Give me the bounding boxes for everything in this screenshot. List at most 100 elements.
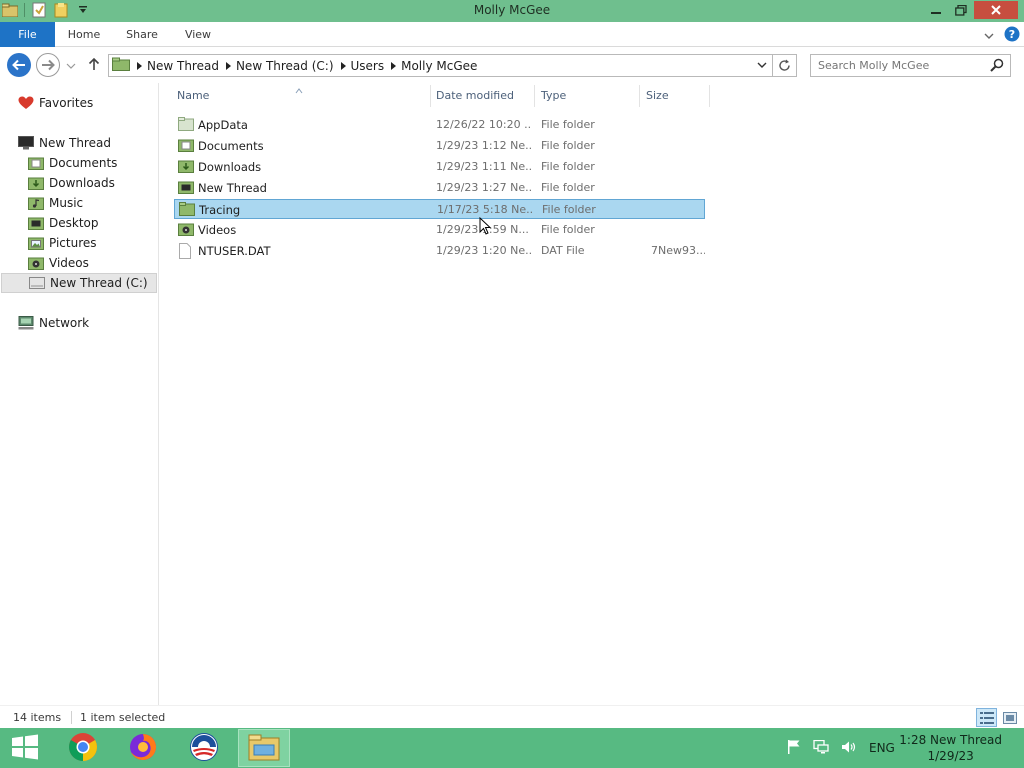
volume-icon[interactable] [841, 740, 857, 757]
item-count: 14 items [13, 711, 62, 724]
minimize-button[interactable] [924, 1, 948, 19]
file-name: Downloads [198, 160, 262, 174]
breadcrumb-label: New Thread (C:) [235, 58, 334, 73]
drive-icon [29, 275, 45, 291]
close-button[interactable] [974, 1, 1018, 19]
recent-locations-icon[interactable] [66, 59, 76, 73]
start-button[interactable] [0, 729, 50, 767]
window-controls [924, 1, 1018, 19]
chevron-right-icon [340, 59, 346, 73]
back-button[interactable] [7, 53, 31, 77]
column-divider[interactable] [534, 85, 535, 107]
column-divider[interactable] [709, 85, 710, 107]
forward-button[interactable] [36, 53, 60, 77]
breadcrumb-drive[interactable]: New Thread (C:) [219, 59, 334, 73]
obama-logo-icon [189, 732, 219, 765]
file-name: New Thread [198, 181, 267, 195]
sidebar-label: Network [39, 316, 90, 330]
file-name: Videos [198, 223, 237, 237]
table-row[interactable]: Downloads 1/29/23 1:11 Ne... File folder [174, 157, 705, 177]
sidebar-item-new-thread[interactable]: New Thread [18, 133, 111, 153]
language-indicator[interactable]: ENG [869, 741, 895, 755]
address-bar[interactable]: New Thread New Thread (C:) Users Molly M… [108, 54, 773, 77]
folder-icon [178, 117, 194, 133]
address-dropdown-icon[interactable] [757, 59, 767, 74]
chevron-right-icon [391, 59, 397, 73]
network-icon[interactable] [813, 739, 829, 757]
music-folder-icon [28, 195, 44, 211]
help-icon[interactable]: ? [1004, 26, 1020, 45]
sidebar-label: Documents [49, 156, 118, 170]
large-icons-view-icon[interactable] [999, 708, 1020, 727]
table-row[interactable]: Documents 1/29/23 1:12 Ne... File folder [174, 136, 705, 156]
file-name: Tracing [199, 203, 241, 217]
search-box[interactable] [810, 54, 1011, 77]
column-header-name[interactable]: Name [177, 89, 209, 109]
taskbar-chrome[interactable] [57, 729, 109, 767]
ribbon: File Home Share View ? [0, 22, 1024, 47]
system-tray: ENG [787, 728, 895, 768]
sidebar-item-music[interactable]: Music [28, 193, 83, 213]
search-icon[interactable] [990, 58, 1004, 75]
restore-button[interactable] [949, 1, 973, 19]
sidebar-item-videos[interactable]: Videos [28, 253, 89, 273]
sidebar-item-pictures[interactable]: Pictures [28, 233, 97, 253]
chevron-right-icon [225, 59, 231, 73]
taskbar-obama-app[interactable] [178, 729, 230, 767]
sidebar-item-drive-c[interactable]: New Thread (C:) [1, 273, 157, 293]
status-bar: 14 items 1 item selected [0, 705, 1024, 728]
table-row-selected[interactable]: Tracing 1/17/23 5:18 Ne... File folder [174, 199, 705, 219]
action-center-flag-icon[interactable] [787, 739, 801, 758]
sidebar-label: Music [49, 196, 84, 210]
taskbar: ENG 1:28 New Thread 1/29/23 [0, 728, 1024, 768]
desktop-folder-icon [28, 215, 44, 231]
details-view-icon[interactable] [976, 708, 997, 727]
selection-count: 1 item selected [80, 711, 166, 724]
file-type: File folder [541, 223, 595, 236]
table-row[interactable]: Videos 1/29/23 1:59 N... File folder [174, 220, 705, 240]
sidebar-item-network[interactable]: Network [18, 313, 89, 333]
clock-time: 1:28 New Thread [899, 733, 1002, 747]
pictures-folder-icon [28, 235, 44, 251]
breadcrumb-label: Users [350, 58, 385, 73]
sidebar-item-downloads[interactable]: Downloads [28, 173, 115, 193]
column-divider[interactable] [639, 85, 640, 107]
breadcrumb-molly-mcgee[interactable]: Molly McGee [384, 59, 477, 73]
sidebar-label: Pictures [49, 236, 97, 250]
up-arrow-icon[interactable] [88, 57, 100, 74]
sidebar-label: Downloads [49, 176, 115, 190]
status-divider [71, 711, 72, 724]
table-row[interactable]: NTUSER.DAT 1/29/23 1:20 Ne... DAT File 7… [174, 241, 705, 261]
tab-view[interactable]: View [178, 22, 218, 47]
search-input[interactable] [811, 55, 981, 76]
sidebar-item-documents[interactable]: Documents [28, 153, 117, 173]
folder-icon [112, 57, 130, 74]
file-type: DAT File [541, 244, 585, 257]
pc-icon [18, 135, 34, 151]
taskbar-file-explorer[interactable] [238, 729, 290, 767]
table-row[interactable]: AppData 12/26/22 10:20 ... File folder [174, 115, 705, 135]
file-name: Documents [198, 139, 264, 153]
column-header-type[interactable]: Type [541, 89, 566, 109]
sidebar-label: New Thread [39, 136, 111, 150]
tab-home[interactable]: Home [62, 22, 106, 47]
title-bar: Molly McGee [0, 0, 1024, 22]
file-type: File folder [541, 139, 595, 152]
documents-folder-icon [28, 155, 44, 171]
tab-share[interactable]: Share [119, 22, 165, 47]
file-type: File folder [541, 118, 595, 131]
sidebar-item-favorites[interactable]: Favorites [18, 93, 93, 113]
tab-file[interactable]: File [0, 22, 55, 47]
refresh-button[interactable] [773, 54, 797, 77]
clock[interactable]: 1:28 New Thread 1/29/23 [899, 732, 1002, 764]
table-row[interactable]: New Thread 1/29/23 1:27 Ne... File folde… [174, 178, 705, 198]
sidebar-item-desktop[interactable]: Desktop [28, 213, 99, 233]
column-header-date[interactable]: Date modified [436, 89, 514, 109]
breadcrumb-users[interactable]: Users [334, 58, 385, 73]
expand-ribbon-icon[interactable] [984, 29, 994, 43]
column-divider[interactable] [430, 85, 431, 107]
taskbar-firefox[interactable] [117, 729, 169, 767]
breadcrumb-new-thread[interactable]: New Thread [130, 59, 219, 73]
breadcrumb-label: New Thread [147, 58, 219, 73]
column-header-size[interactable]: Size [646, 89, 669, 109]
